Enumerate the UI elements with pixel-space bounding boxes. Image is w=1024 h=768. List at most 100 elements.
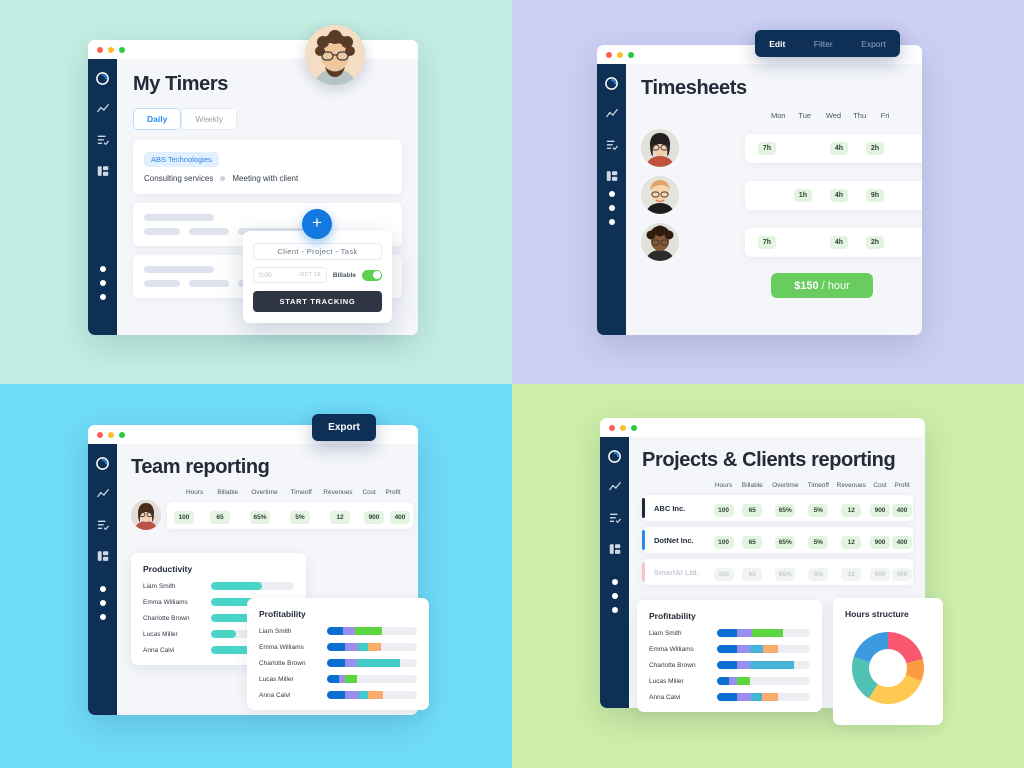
- close-window-dot[interactable]: [97, 46, 103, 53]
- billable-toggle[interactable]: [362, 269, 382, 281]
- list-check-icon[interactable]: [95, 132, 111, 148]
- dashboard-grid-icon[interactable]: [95, 163, 111, 179]
- person-name: Anna Calvi: [143, 646, 175, 654]
- profitability-card-projects: Profitability Liam Smith Emma Williams Cha…: [637, 600, 822, 712]
- timesheet-row[interactable]: 7h 4h 2h: [641, 223, 922, 261]
- person-name: Emma Williams: [649, 645, 694, 653]
- dashboard-grid-icon[interactable]: [607, 541, 623, 557]
- person-name: Liam Smith: [649, 629, 682, 637]
- timer-entry-card[interactable]: ABS Technologies Consulting services Mee…: [133, 140, 402, 194]
- sidebar-dot[interactable]: [611, 579, 618, 585]
- menu-item-filter[interactable]: Filter: [814, 39, 833, 49]
- hours-pill[interactable]: 2h: [865, 141, 885, 155]
- project-cell: 900: [869, 531, 891, 549]
- project-row[interactable]: DotNet Inc. 100 65 65% 5% 12 900 400: [642, 527, 913, 553]
- project-row[interactable]: SmartAI Ltd. 100 65 65% 5% 12 900 400: [642, 559, 913, 585]
- minimize-window-dot[interactable]: [620, 424, 626, 431]
- sidebar-dot[interactable]: [608, 191, 615, 197]
- hours-pill[interactable]: 4h: [829, 188, 849, 202]
- tab-weekly[interactable]: Weekly: [181, 108, 238, 130]
- list-check-icon[interactable]: [607, 510, 623, 526]
- progress-segment: [356, 659, 400, 667]
- avatar[interactable]: [131, 500, 161, 530]
- value-cost: 900: [364, 511, 384, 524]
- sidebar-dot[interactable]: [99, 600, 106, 606]
- add-timer-button[interactable]: +: [302, 209, 332, 239]
- minimize-window-dot[interactable]: [108, 46, 114, 53]
- skeleton-bar: [144, 280, 180, 287]
- value-pill: 400: [892, 504, 912, 517]
- menu-item-export[interactable]: Export: [861, 39, 886, 49]
- sidebar-dot[interactable]: [99, 266, 106, 272]
- avatar[interactable]: [641, 129, 679, 167]
- sidebar-dot[interactable]: [99, 614, 106, 620]
- project-name: SmartAI Ltd.: [654, 567, 699, 577]
- dashboard-grid-icon[interactable]: [604, 168, 620, 184]
- client-project-task-input[interactable]: Client - Project - Task: [253, 243, 382, 260]
- avatar[interactable]: [641, 176, 679, 214]
- sidebar-dot[interactable]: [99, 280, 106, 286]
- timer-circle-icon[interactable]: [607, 448, 623, 464]
- hours-cell: 2h: [857, 141, 893, 155]
- sidebar-dot[interactable]: [99, 294, 106, 300]
- value-pill: 65: [742, 504, 763, 517]
- analytics-chart-icon[interactable]: [95, 486, 111, 502]
- close-window-dot[interactable]: [606, 51, 612, 58]
- start-tracking-button[interactable]: START TRACKING: [253, 291, 382, 312]
- value-revenues: 12: [330, 511, 350, 524]
- sidebar-dot[interactable]: [611, 607, 618, 613]
- project-row[interactable]: ABC Inc. 100 65 65% 5% 12 900 400: [642, 495, 913, 521]
- close-window-dot[interactable]: [609, 424, 615, 431]
- tab-daily[interactable]: Daily: [133, 108, 182, 130]
- maximize-window-dot[interactable]: [119, 46, 125, 53]
- hours-cell: 4h: [821, 235, 857, 249]
- close-window-dot[interactable]: [97, 431, 103, 438]
- hourly-rate-button[interactable]: $150 / hour: [771, 273, 873, 298]
- hours-pill[interactable]: 7h: [757, 141, 777, 155]
- maximize-window-dot[interactable]: [119, 431, 125, 438]
- menu-item-edit[interactable]: Edit: [769, 39, 785, 49]
- analytics-chart-icon[interactable]: [604, 106, 620, 122]
- minimize-window-dot[interactable]: [617, 51, 623, 58]
- sidebar-dot[interactable]: [99, 586, 106, 592]
- person-name: Liam Smith: [143, 582, 176, 590]
- timesheet-row[interactable]: 1h 4h 9h: [641, 176, 922, 214]
- list-check-icon[interactable]: [604, 137, 620, 153]
- timer-circle-icon[interactable]: [95, 70, 111, 86]
- hours-pill[interactable]: 9h: [865, 188, 885, 202]
- timer-circle-icon[interactable]: [95, 455, 111, 471]
- duration-input[interactable]: 0:00 OCT 16: [253, 267, 327, 283]
- minimize-window-dot[interactable]: [108, 431, 114, 438]
- app-sidebar: [600, 437, 629, 708]
- progress-segment: [344, 675, 357, 683]
- column-cost: Cost: [362, 489, 376, 496]
- timesheets-content: Timesheets Mon Tue Wed Thu Fri 7h 4h 2h: [626, 64, 922, 335]
- hours-pill[interactable]: 2h: [865, 235, 885, 249]
- team-report-row[interactable]: 100 65 65% 5% 12 900 400: [131, 500, 413, 530]
- progress-track: [717, 645, 810, 653]
- user-avatar[interactable]: [305, 25, 365, 85]
- list-check-icon[interactable]: [95, 517, 111, 533]
- analytics-chart-icon[interactable]: [95, 101, 111, 117]
- hours-pill[interactable]: 7h: [757, 235, 777, 249]
- timer-circle-icon[interactable]: [604, 75, 620, 91]
- dashboard-grid-icon[interactable]: [95, 548, 111, 564]
- sidebar-dot[interactable]: [608, 219, 615, 225]
- billable-label: Billable: [332, 271, 356, 279]
- avatar[interactable]: [641, 223, 679, 261]
- column-profit: Profit: [894, 482, 910, 489]
- export-button[interactable]: Export: [312, 414, 376, 441]
- hours-pill[interactable]: 4h: [829, 235, 849, 249]
- page-title: Team reporting: [131, 456, 270, 478]
- profitability-card-team: Profitability Liam Smith Emma Williams Cha…: [247, 598, 429, 710]
- timesheet-row[interactable]: 7h 4h 2h: [641, 129, 922, 167]
- hours-pill[interactable]: 1h: [793, 188, 813, 202]
- sidebar-dot[interactable]: [608, 205, 615, 211]
- analytics-chart-icon[interactable]: [607, 479, 623, 495]
- maximize-window-dot[interactable]: [628, 51, 634, 58]
- maximize-window-dot[interactable]: [631, 424, 637, 431]
- hours-pill[interactable]: 4h: [829, 141, 849, 155]
- sidebar-dot[interactable]: [611, 593, 618, 599]
- progress-segment: [327, 675, 339, 683]
- progress-segment: [367, 691, 383, 699]
